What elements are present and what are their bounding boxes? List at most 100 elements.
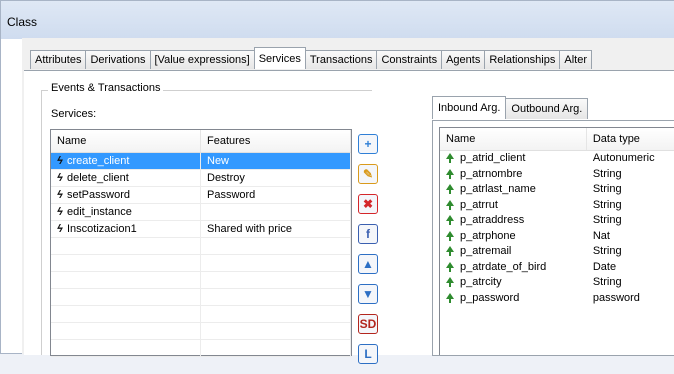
service-bolt-icon: ϟ [57,155,63,167]
argument-type-cell: Date [592,260,617,273]
table-row[interactable]: p_atrnombre String [440,167,674,183]
service-name-cell [51,306,201,322]
table-row[interactable] [51,306,351,323]
formula-icon[interactable]: f [358,224,378,244]
argument-name: p_atrid_client [460,152,526,164]
tab-value-expressions[interactable]: [Value expressions] [149,50,255,69]
service-features: Shared with price [207,223,292,235]
argument-name-cell: p_password [440,291,587,307]
table-row[interactable]: ϟ Inscotizacion1 Shared with price [51,221,351,238]
service-features: Destroy [207,172,245,184]
service-features-cell [201,255,351,271]
tab-derivations[interactable]: Derivations [85,50,151,69]
argument-name: p_atremail [460,245,512,257]
tab-transactions[interactable]: Transactions [304,50,378,69]
service-name: Inscotizacion1 [67,223,137,235]
argument-name: p_atrnombre [460,167,523,180]
argument-name: p_atrphone [460,229,516,242]
table-row[interactable] [51,255,351,272]
column-header-name[interactable]: Name [51,130,201,152]
table-row[interactable]: p_atrdate_of_bird Date [440,260,674,276]
argument-name: p_atrlast_name [460,183,536,195]
inbound-arg-icon [446,168,454,179]
delete-icon[interactable]: ✖ [358,194,378,214]
tab-attributes[interactable]: Attributes [30,50,87,69]
argument-type-cell: String [592,276,622,288]
tab-outbound-arg[interactable]: Outbound Arg. [505,98,589,119]
table-row[interactable]: p_atraddress String [440,213,674,229]
inbound-arg-icon [446,246,454,257]
service-name-cell: ϟ edit_instance [51,204,201,220]
service-features: Password [207,189,256,201]
edit-icon[interactable]: ✎ [358,164,378,184]
arguments-grid-header: Name Data type [440,128,674,151]
argument-tabs: Inbound Arg. Outbound Arg. [432,96,589,119]
add-icon[interactable]: + [358,134,378,154]
argument-type-cell: String [592,167,622,180]
table-row[interactable] [51,340,351,357]
column-header-data-type[interactable]: Data type [587,128,674,150]
main-tabs: Attributes Derivations [Value expressions]… [30,47,592,70]
column-header-features[interactable]: Features [201,130,351,152]
argument-name: p_atrcity [460,276,502,288]
table-row[interactable]: p_atrphone Nat [440,229,674,245]
move-up-icon[interactable]: ▲ [358,254,378,274]
table-row[interactable]: ϟ create_client New [51,153,351,170]
title-bar[interactable]: Class [1,1,674,39]
service-name-cell [51,238,201,254]
argument-name-cell: p_atrdate_of_bird [440,260,587,276]
table-row[interactable]: p_atrlast_name String [440,182,674,198]
services-grid-header: Name Features [51,130,351,153]
table-row[interactable]: ϟ delete_client Destroy [51,170,351,187]
inbound-arg-icon [446,215,454,226]
services-label: Services: [51,108,97,120]
service-name: setPassword [67,189,130,201]
argument-name: p_atraddress [460,214,525,226]
tab-constraints[interactable]: Constraints [376,50,443,69]
arguments-grid[interactable]: Name Data type p_atrid_client Autonumeric… [439,127,674,355]
rename-icon[interactable]: SD [358,314,378,334]
events-group-label: Events & Transactions [48,82,164,94]
table-row[interactable] [51,272,351,289]
table-row[interactable]: ϟ setPassword Password [51,187,351,204]
table-row[interactable] [51,289,351,306]
service-name-cell [51,272,201,288]
column-header-arg-name[interactable]: Name [440,128,587,150]
table-row[interactable] [51,323,351,340]
tab-services[interactable]: Services [253,47,306,69]
tree-icon[interactable]: L [358,344,378,364]
service-features: New [207,155,230,167]
service-bolt-icon: ϟ [57,172,63,184]
service-features-cell: Shared with price [201,221,351,237]
table-row[interactable]: p_atremail String [440,244,674,260]
move-down-icon[interactable]: ▼ [358,284,378,304]
table-row[interactable]: p_atrid_client Autonumeric [440,151,674,167]
tab-relationships[interactable]: Relationships [484,50,561,69]
table-row[interactable]: p_atrrut String [440,198,674,214]
service-name-cell: ϟ setPassword [51,187,201,203]
tab-inbound-arg[interactable]: Inbound Arg. [432,96,507,119]
tab-alter[interactable]: Alter [559,50,592,69]
table-row[interactable]: p_password password [440,291,674,307]
table-row[interactable] [51,238,351,255]
service-features-cell [201,204,351,220]
inbound-arg-icon [446,261,454,272]
inbound-arg-icon [446,292,454,303]
service-features-cell [201,272,351,288]
service-name-cell: ϟ create_client [51,153,201,169]
service-bolt-icon: ϟ [57,223,63,235]
service-name-cell: ϟ Inscotizacion1 [51,221,201,237]
service-features-cell: New [201,153,351,169]
service-name: delete_client [67,172,129,184]
tab-agents[interactable]: Agents [441,50,486,69]
services-grid[interactable]: Name Features ϟ create_client New ϟ delete_c… [50,129,352,357]
table-row[interactable]: p_atrcity String [440,275,674,291]
table-row[interactable]: ϟ edit_instance [51,204,351,221]
service-name: create_client [67,155,130,167]
inbound-arg-icon [446,230,454,241]
service-features-cell: Password [201,187,351,203]
arguments-panel: Name Data type p_atrid_client Autonumeric… [432,120,674,356]
service-name-cell [51,289,201,305]
argument-name-cell: p_atrid_client [440,151,587,167]
argument-type-cell: password [592,291,640,304]
